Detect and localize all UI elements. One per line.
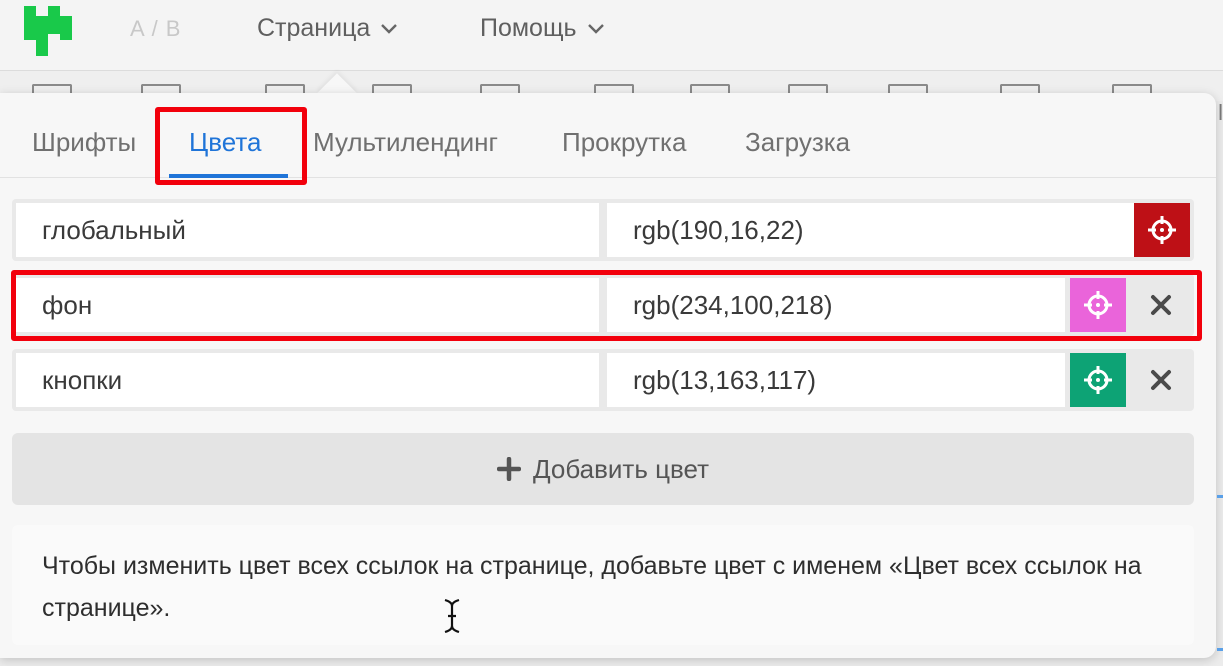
text-cursor-icon [444,598,460,634]
menu-page-label: Страница [257,14,371,42]
crosshair-icon [1084,366,1112,394]
color-value-input[interactable]: rgb(13,163,117) [607,353,1065,407]
color-value-input[interactable]: rgb(190,16,22) [607,203,1134,257]
menu-help-label: Помощь [480,14,577,42]
brand-logo[interactable] [24,6,72,56]
side-panel-fragment: l [1218,100,1223,125]
tab-fonts[interactable]: Шрифты [32,127,136,158]
side-panel-fragment [1217,648,1223,651]
highlight-box-colors-tab [155,107,307,185]
tab-scrolling[interactable]: Прокрутка [562,127,686,158]
color-row-global: глобальный rgb(190,16,22) [12,199,1194,261]
menu-help[interactable]: Помощь [480,14,605,43]
chevron-down-icon [381,23,398,34]
color-name-input[interactable]: глобальный [16,203,599,257]
menu-page[interactable]: Страница [257,14,398,43]
links-color-hint: Чтобы изменить цвет всех ссылок на стран… [12,525,1194,645]
ab-test-label[interactable]: A / B [130,16,181,42]
color-row-buttons: кнопки rgb(13,163,117) [12,349,1194,411]
color-name-input[interactable]: кнопки [16,353,599,407]
tab-loading[interactable]: Загрузка [745,127,850,158]
top-bar: A / B Страница Помощь [0,0,1223,71]
side-panel-fragment [1217,495,1223,498]
plus-icon [496,457,521,481]
tab-multilanding[interactable]: Мультилендинг [313,127,498,158]
add-color-label: Добавить цвет [532,453,710,484]
color-swatch-button[interactable] [1070,353,1126,407]
remove-color-button[interactable] [1130,353,1192,407]
close-icon [1151,370,1171,390]
highlight-box-background-row [11,270,1202,341]
add-color-button[interactable]: Добавить цвет [12,433,1194,505]
crosshair-icon [1148,216,1176,244]
chevron-down-icon [587,23,604,34]
color-swatch-button[interactable] [1134,203,1190,257]
